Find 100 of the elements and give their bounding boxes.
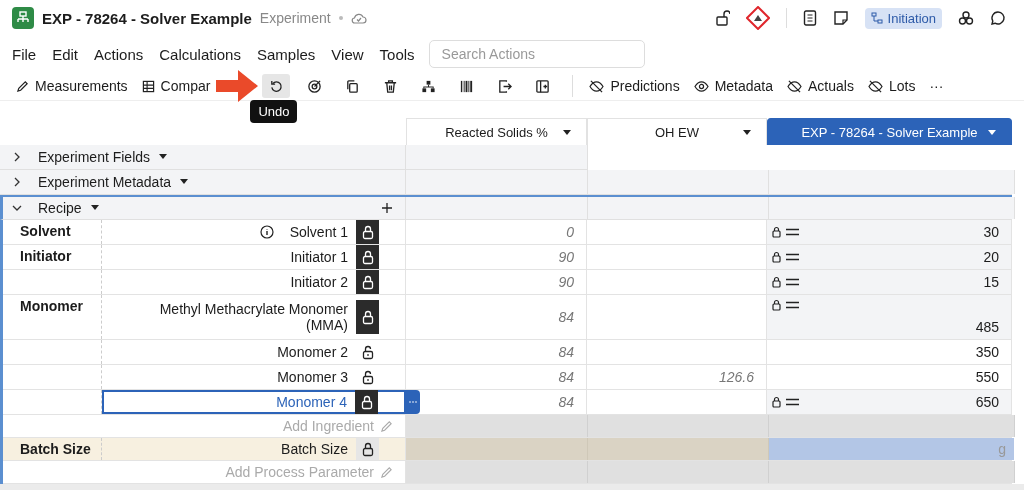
category-label: Monomer <box>20 298 83 314</box>
amount-cell[interactable]: 30 <box>767 220 1012 244</box>
category-label: Initiator <box>20 248 72 264</box>
amount-cell[interactable]: 485 <box>767 295 1012 339</box>
cluster-icon[interactable] <box>958 10 974 26</box>
pencil-icon <box>16 79 29 93</box>
experiment-title: EXP - 78264 - Solver Example <box>42 9 252 27</box>
amount-value[interactable]: 485 <box>975 319 999 335</box>
sticky-note-icon[interactable] <box>832 10 849 26</box>
eye-off-icon <box>787 79 803 93</box>
pencil-icon <box>380 419 393 433</box>
amount-value[interactable]: 20 <box>983 249 999 265</box>
lock-equals-icon <box>772 226 802 238</box>
ingredient-cell[interactable]: Monomer 3 <box>102 365 406 389</box>
column-header[interactable]: Reacted Solids % <box>406 118 587 145</box>
ingredient-cell[interactable]: Initiator 2 <box>102 270 406 294</box>
button-label: Lots <box>888 78 916 94</box>
ingredient-name: Solvent 1 <box>289 224 348 240</box>
ingredient-cell[interactable]: Initiator 1 <box>102 245 406 269</box>
chat-icon[interactable] <box>990 10 1006 26</box>
section-header[interactable]: Experiment Metadata <box>0 170 406 194</box>
parameter-name: Batch Size <box>281 441 348 457</box>
app-logo-icon <box>12 7 34 29</box>
notebook-icon[interactable] <box>802 10 817 26</box>
amount-cell[interactable]: 15 <box>767 270 1012 294</box>
experiment-type: Experiment <box>259 10 331 26</box>
menu-item[interactable]: Actions <box>94 45 144 63</box>
workflow-icon <box>870 12 883 24</box>
eye-off-icon <box>867 79 883 93</box>
caret-icon[interactable] <box>158 154 169 160</box>
category-label: Batch Size <box>20 441 91 457</box>
value-cell: 84 <box>558 309 574 325</box>
toolbar-button[interactable]: Lots <box>863 76 920 96</box>
amount-value[interactable]: 30 <box>983 224 999 240</box>
section-header[interactable]: Recipe <box>3 197 406 219</box>
ingredient-name: Initiator 2 <box>290 274 348 290</box>
add-row-label: Add Process Parameter <box>225 464 374 480</box>
caret-icon[interactable] <box>179 179 190 185</box>
lock-icon[interactable] <box>356 245 379 269</box>
ingredient-cell[interactable]: Methyl Methacrylate Monomer (MMA) <box>102 295 406 339</box>
toolbar-button[interactable]: ··· <box>925 76 948 96</box>
lock-icon[interactable] <box>356 220 379 244</box>
separator-dot-icon <box>338 16 343 20</box>
ingredient-cell[interactable]: Monomer 4 <box>102 390 406 414</box>
menu-item[interactable]: Edit <box>52 45 79 63</box>
button-label: Compar <box>160 78 211 94</box>
lock-icon[interactable] <box>356 270 379 294</box>
lock-icon[interactable] <box>355 390 378 414</box>
toolbar-button[interactable]: Metadata <box>689 76 778 96</box>
button-label: Actuals <box>808 78 854 94</box>
toolbar-button[interactable]: Compar <box>137 76 215 96</box>
lock-equals-icon <box>772 396 802 408</box>
toolbar-button[interactable]: Actuals <box>783 76 858 96</box>
amount-value[interactable]: 15 <box>983 274 999 290</box>
ingredient-name: Monomer 3 <box>277 369 348 385</box>
menu-item[interactable]: View <box>331 45 364 63</box>
caret-icon[interactable] <box>742 130 752 136</box>
chevron-right-icon[interactable] <box>12 152 22 162</box>
toolbar-button[interactable]: Measurements <box>12 76 132 96</box>
section-title: Experiment Fields <box>38 149 151 165</box>
value-cell: 84 <box>558 369 574 385</box>
status-badge[interactable]: Initiation <box>864 7 942 29</box>
value-cell: 84 <box>558 394 574 410</box>
caret-icon[interactable] <box>562 130 572 136</box>
value-cell: 90 <box>558 274 574 290</box>
lock-equals-icon <box>772 299 802 311</box>
unit-label: g <box>998 441 1006 457</box>
ingredient-name: Monomer 4 <box>276 394 347 410</box>
amount-cell[interactable]: 650 <box>767 390 1012 414</box>
column-header[interactable]: EXP - 78264 - Solver Example <box>767 118 1012 145</box>
undo-icon[interactable] <box>262 74 291 98</box>
button-label: Measurements <box>35 78 128 94</box>
section-header[interactable]: Experiment Fields <box>0 145 406 170</box>
info-icon[interactable] <box>259 225 274 239</box>
toolbar-button[interactable]: Predictions <box>585 76 684 96</box>
amount-value[interactable]: 350 <box>975 344 999 360</box>
ingredient-cell[interactable]: Monomer 2 <box>102 340 406 364</box>
caret-icon[interactable] <box>89 205 100 211</box>
column-header[interactable]: OH EW <box>587 118 767 145</box>
menu-item[interactable]: Samples <box>256 45 316 63</box>
amount-value[interactable]: 650 <box>975 394 999 410</box>
menu-item[interactable]: Tools <box>379 45 415 63</box>
chevron-right-icon[interactable] <box>12 177 22 187</box>
lock-icon[interactable] <box>356 300 379 334</box>
grid-icon <box>141 79 155 93</box>
hazard-diamond-icon[interactable] <box>745 6 770 30</box>
lock-icon[interactable] <box>356 438 379 460</box>
value-cell: 0 <box>566 224 574 240</box>
ingredient-cell[interactable]: Solvent 1 <box>102 220 406 244</box>
amount-value[interactable]: 550 <box>975 369 999 385</box>
lock-equals-icon <box>772 276 802 288</box>
unlock-icon[interactable] <box>715 10 730 26</box>
chevron-down-icon[interactable] <box>12 203 22 213</box>
plus-icon[interactable] <box>381 202 393 214</box>
ingredient-name: Methyl Methacrylate Monomer (MMA) <box>158 301 348 333</box>
menu-item[interactable]: File <box>12 45 37 63</box>
amount-cell[interactable]: 20 <box>767 245 1012 269</box>
search-field[interactable]: Search Actions <box>428 40 645 68</box>
parameter-cell[interactable]: Batch Size <box>102 438 406 460</box>
menu-item[interactable]: Calculations <box>159 45 241 63</box>
